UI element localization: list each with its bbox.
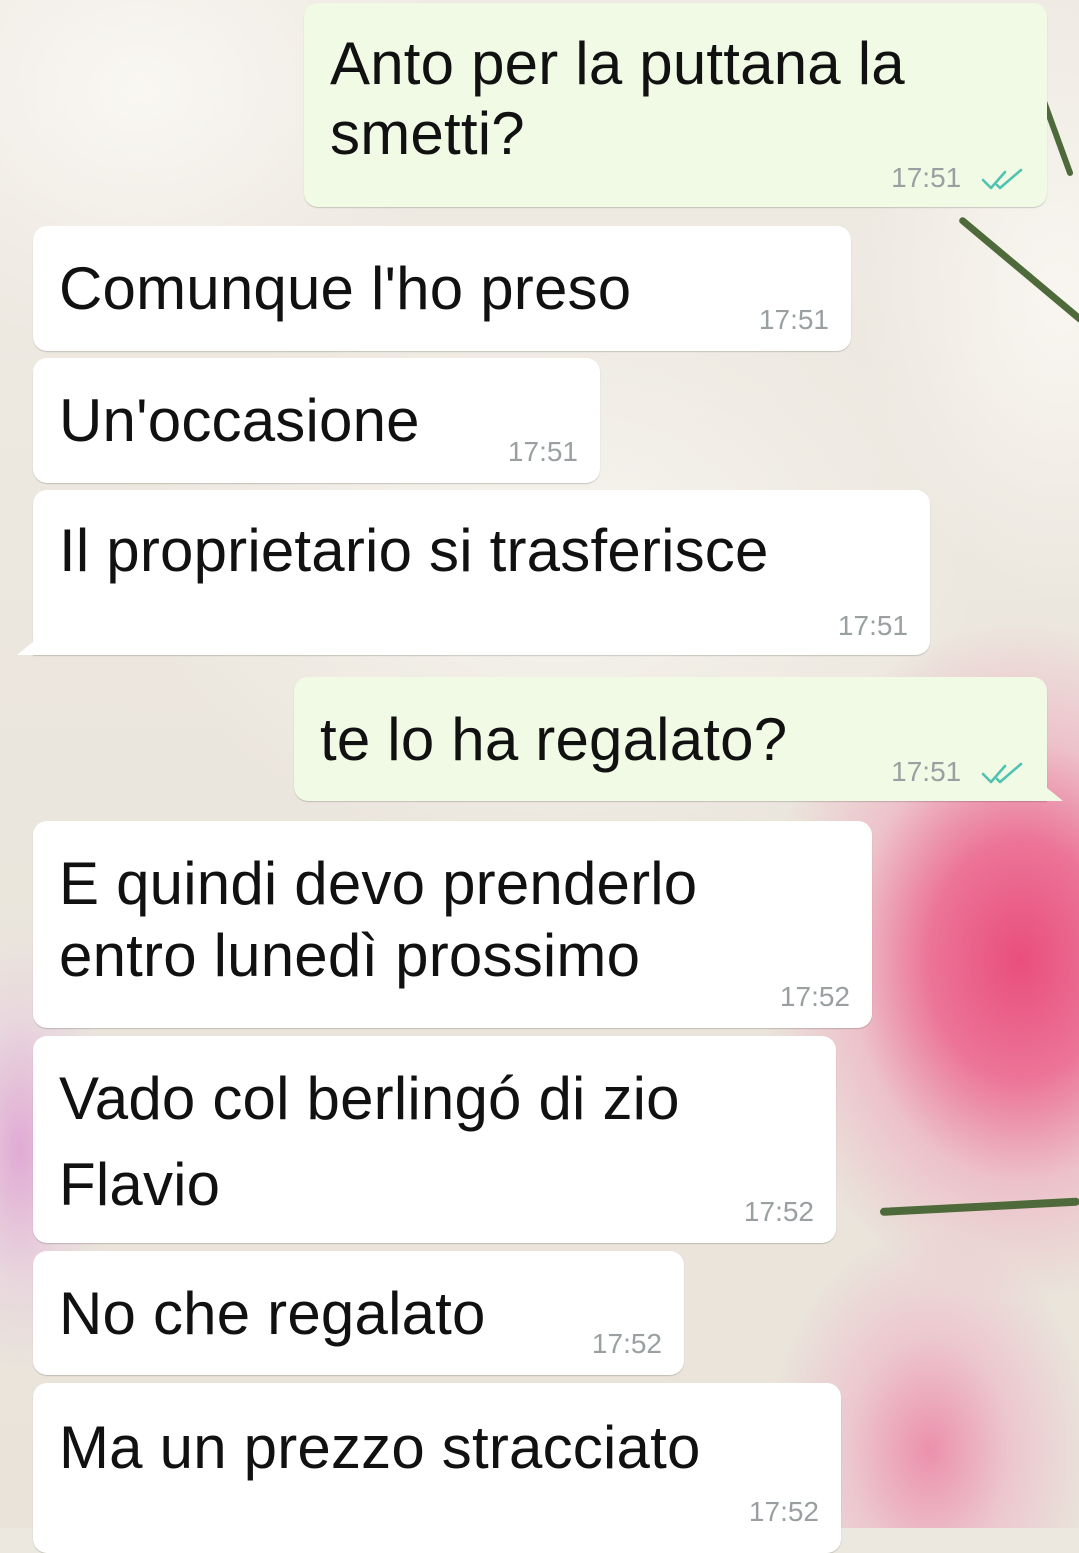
message-text: E quindi devo prenderlo <box>59 850 698 917</box>
double-check-icon <box>981 762 1023 783</box>
message-time: 17:51 <box>837 610 908 641</box>
message-time: 17:52 <box>743 1196 814 1227</box>
bubble-tail <box>1041 783 1063 801</box>
message-text: entro lunedì prossimo <box>59 922 641 989</box>
message-text: smetti? <box>330 100 525 167</box>
message-meta: 17:51 <box>891 163 1025 193</box>
message-time: 17:52 <box>779 981 850 1012</box>
message-list[interactable]: Anto per la puttana la smetti? 17:51 Com… <box>0 0 1079 1553</box>
message-outgoing[interactable]: Anto per la puttana la smetti? 17:51 <box>304 3 1047 207</box>
message-time: 17:51 <box>758 304 829 335</box>
message-text: Flavio <box>59 1151 221 1218</box>
message-text: Vado col berlingó di zio <box>59 1065 680 1132</box>
message-time: 17:51 <box>891 162 962 193</box>
message-incoming[interactable]: No che regalato 17:52 <box>33 1251 684 1375</box>
message-time: 17:52 <box>591 1328 662 1359</box>
message-text: No che regalato <box>59 1280 486 1347</box>
message-text: Un'occasione <box>59 387 420 454</box>
double-check-icon <box>981 168 1023 189</box>
message-text: te lo ha regalato? <box>320 706 788 773</box>
message-incoming[interactable]: Comunque l'ho preso 17:51 <box>33 226 851 351</box>
message-text: Ma un prezzo stracciato <box>59 1414 701 1481</box>
message-outgoing[interactable]: te lo ha regalato? 17:51 <box>294 677 1063 801</box>
message-incoming[interactable]: Un'occasione 17:51 <box>33 358 600 483</box>
message-text: Anto per la puttana la <box>330 30 905 97</box>
message-incoming[interactable]: Il proprietario si trasferisce 17:51 <box>17 490 930 655</box>
message-time: 17:51 <box>507 436 578 467</box>
bubble-tail <box>17 637 39 655</box>
message-text: Comunque l'ho preso <box>59 255 632 322</box>
message-meta: 17:51 <box>891 757 1025 787</box>
message-incoming[interactable]: Vado col berlingó di zio Flavio 17:52 <box>33 1036 836 1243</box>
message-text: Il proprietario si trasferisce <box>59 517 769 584</box>
message-time: 17:51 <box>891 756 962 787</box>
message-time: 17:52 <box>748 1496 819 1527</box>
message-incoming[interactable]: E quindi devo prenderlo entro lunedì pro… <box>33 821 872 1028</box>
